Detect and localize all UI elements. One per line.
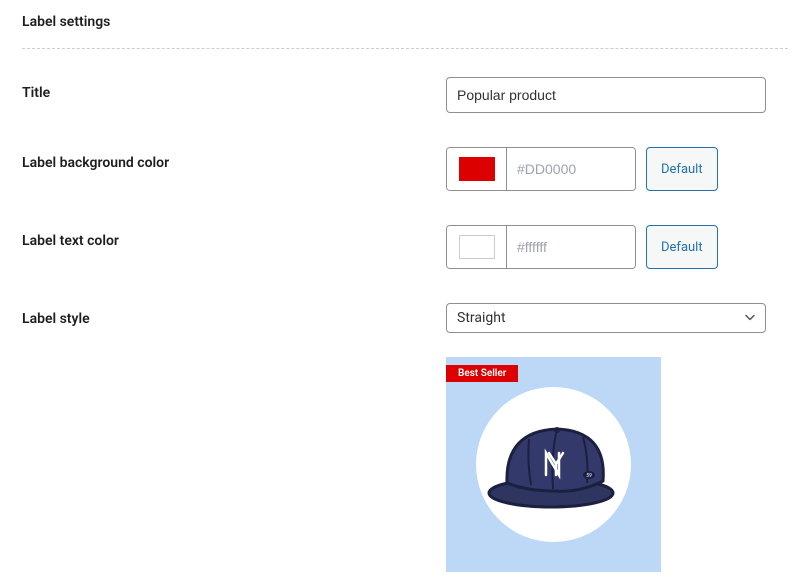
section-title: Label settings (22, 14, 788, 30)
label-style-row: Label style Straight (22, 303, 788, 333)
text-color-default-button[interactable]: Default (646, 225, 718, 269)
bg-color-swatch-wrapper[interactable] (447, 148, 507, 190)
cap-icon: 59 (479, 403, 629, 527)
text-color-picker[interactable] (446, 225, 636, 269)
bg-color-input[interactable] (507, 148, 635, 190)
preview-circle: 59 (476, 387, 631, 542)
divider (22, 48, 788, 49)
bg-color-label: Label background color (22, 147, 446, 171)
bg-color-swatch (459, 157, 495, 181)
bg-color-default-button[interactable]: Default (646, 147, 718, 191)
label-style-select[interactable]: Straight (446, 303, 766, 333)
text-color-input[interactable] (507, 226, 635, 268)
preview-label-badge: Best Seller (446, 365, 518, 382)
label-style-label: Label style (22, 303, 446, 327)
preview-card: Best Seller (446, 357, 661, 572)
title-input[interactable] (446, 77, 766, 113)
title-row: Title (22, 77, 788, 113)
text-color-swatch (459, 235, 495, 259)
bg-color-picker[interactable] (446, 147, 636, 191)
text-color-swatch-wrapper[interactable] (447, 226, 507, 268)
text-color-label: Label text color (22, 225, 446, 249)
text-color-row: Label text color Default (22, 225, 788, 269)
bg-color-row: Label background color Default (22, 147, 788, 191)
svg-text:59: 59 (586, 473, 592, 479)
title-label: Title (22, 77, 446, 101)
preview-row: Best Seller (22, 357, 788, 572)
